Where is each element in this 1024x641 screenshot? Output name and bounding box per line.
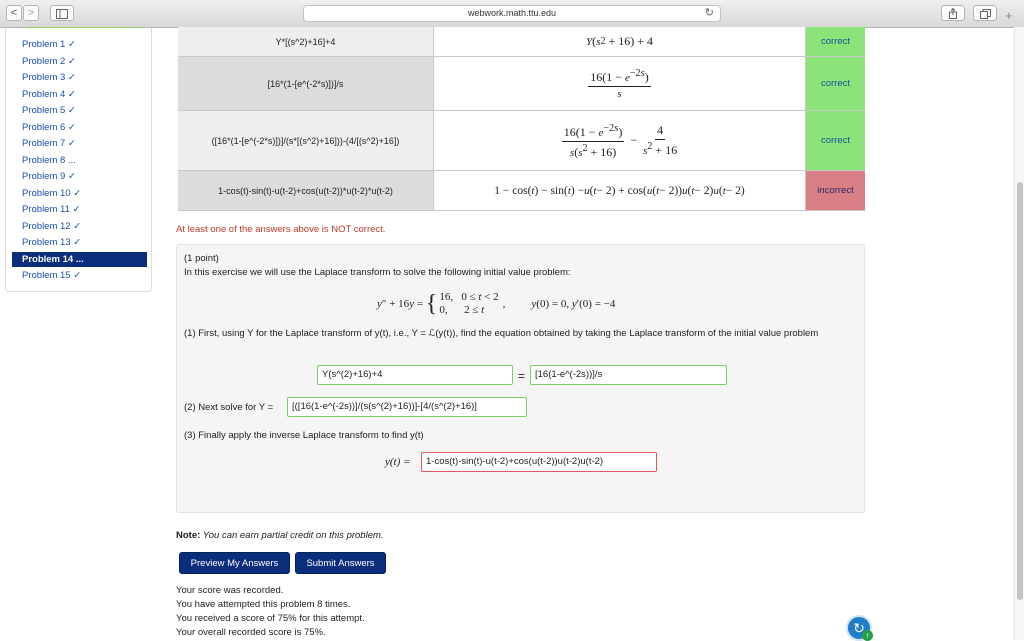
sidebar-item-problem-2[interactable]: Problem 2 ✓ [12,54,147,69]
reload-icon[interactable]: ↻ [705,6,714,21]
back-button[interactable]: < [6,5,22,21]
tabs-icon [979,9,991,19]
status-badge: incorrect [806,171,865,211]
answer-3-label: y(t) = [385,456,411,468]
sidebar-item-problem-3[interactable]: Problem 3 ✓ [12,70,147,85]
problem-box: (1 point) In this exercise we will use t… [176,244,865,513]
preview-answer: 16(1 − e−2s) s(s2 + 16) − 4 s2 + 16 [434,111,806,171]
step-2-label: (2) Next solve for Y = [184,402,274,413]
browser-toolbar: < > webwork.math.ttu.edu ↻ + [0,0,1024,28]
step-1-text: (1) First, using Y for the Laplace trans… [184,328,819,339]
ivp-equation: y ″ + 16 y = { 16, 0 ≤ t < 2 0, 2 ≤ t , y(… [377,291,616,317]
answer-1-left-field[interactable]: Y(s^(2)+16)+4 [317,365,513,385]
arrow-up-icon: ↑ [862,630,873,641]
feedback-message: At least one of the answers above is NOT… [176,224,386,235]
status-badge: correct [806,111,865,171]
preview-answer: 16(1 − e−2s) s [434,57,806,111]
page-scrollbar[interactable] [1014,27,1024,640]
equals-sign: = [518,369,526,383]
sidebar-item-problem-13[interactable]: Problem 13 ✓ [12,235,147,250]
preview-answer: 1 − cos(t) − sin(t) − u(t − 2) + cos(u(t… [434,171,806,211]
entered-answer: ([16*(1-[e^(-2*s)])]/(s*[(s^2)+16]))-(4/… [178,111,434,171]
step-3-text: (3) Finally apply the inverse Laplace tr… [184,430,424,441]
status-badge: correct [806,57,865,111]
entered-answer: Y*[(s^2)+16]+4 [178,27,434,57]
back-icon: < [10,7,18,19]
answer-3-field[interactable]: 1-cos(t)-sin(t)-u(t-2)+cos(u(t-2))u(t-2)… [421,452,657,472]
sidebar-item-problem-4[interactable]: Problem 4 ✓ [12,87,147,102]
sidebar-toggle-button[interactable] [50,5,74,21]
results-row: 1-cos(t)-sin(t)-u(t-2)+cos(u(t-2))*u(t-2… [178,171,865,211]
results-row: [16*(1-[e^(-2*s)])]/s 16(1 − e−2s) s corr… [178,57,865,111]
sidebar-item-problem-14[interactable]: Problem 14 ... [12,251,147,267]
note-label: Note: [176,530,201,541]
score-recorded-text: Your score was recorded. [176,585,284,596]
new-tab-button[interactable]: + [1005,8,1013,23]
submit-answers-button[interactable]: Submit Answers [295,552,386,574]
share-icon [949,7,957,19]
sidebar-item-problem-7[interactable]: Problem 7 ✓ [12,136,147,151]
answer-1-right-field[interactable]: [16(1-e^(-2s))]/s [530,365,727,385]
results-row: ([16*(1-[e^(-2*s)])]/(s*[(s^2)+16]))-(4/… [178,111,865,171]
scrollbar-thumb[interactable] [1017,182,1023,600]
sidebar-item-problem-15[interactable]: Problem 15 ✓ [12,268,147,283]
partial-credit-note: Note: You can earn partial credit on thi… [176,530,384,541]
attempt-score-text: You received a score of 75% for this att… [176,613,365,624]
url-text: webwork.math.ttu.edu [467,8,557,18]
answer-2-field[interactable]: [([16(1-e^(-2s))]/(s(s^(2)+16))]-[4/(s^(… [287,397,527,417]
tabs-button[interactable] [973,5,997,21]
problem-intro: In this exercise we will use the Laplace… [184,267,571,278]
address-bar[interactable]: webwork.math.ttu.edu ↻ [303,5,721,22]
sidebar-item-problem-6[interactable]: Problem 6 ✓ [12,120,147,135]
sidebar-item-problem-5[interactable]: Problem 5 ✓ [12,103,147,118]
preview-answers-button[interactable]: Preview My Answers [179,552,290,574]
sidebar-item-problem-1[interactable]: Problem 1 ✓ [12,37,147,52]
sidebar-item-problem-9[interactable]: Problem 9 ✓ [12,169,147,184]
attempts-text: You have attempted this problem 8 times. [176,599,351,610]
results-table: Y*[(s^2)+16]+4 Y(s 2 + 16) + 4 correct [1… [178,27,865,212]
results-row: Y*[(s^2)+16]+4 Y(s 2 + 16) + 4 correct [178,27,865,57]
entered-answer: [16*(1-[e^(-2*s)])]/s [178,57,434,111]
problem-points: (1 point) [184,253,219,264]
sidebar-item-problem-11[interactable]: Problem 11 ✓ [12,202,147,217]
help-widget-button[interactable]: ↻ ↑ [846,615,873,641]
sidebar-toggle-icon [56,9,68,19]
overall-score-text: Your overall recorded score is 75%. [176,627,326,638]
forward-icon: > [27,7,35,19]
sidebar-item-problem-10[interactable]: Problem 10 ✓ [12,186,147,201]
sidebar-item-problem-12[interactable]: Problem 12 ✓ [12,219,147,234]
problem-list-sidebar: Problem 1 ✓ Problem 2 ✓ Problem 3 ✓ Prob… [5,28,152,292]
entered-answer: 1-cos(t)-sin(t)-u(t-2)+cos(u(t-2))*u(t-2… [178,171,434,211]
share-button[interactable] [941,5,965,21]
forward-button[interactable]: > [23,5,39,21]
preview-answer: Y(s 2 + 16) + 4 [434,27,806,57]
note-text: You can earn partial credit on this prob… [202,530,384,541]
sidebar-item-problem-8[interactable]: Problem 8 ... [12,153,147,168]
status-badge: correct [806,27,865,57]
